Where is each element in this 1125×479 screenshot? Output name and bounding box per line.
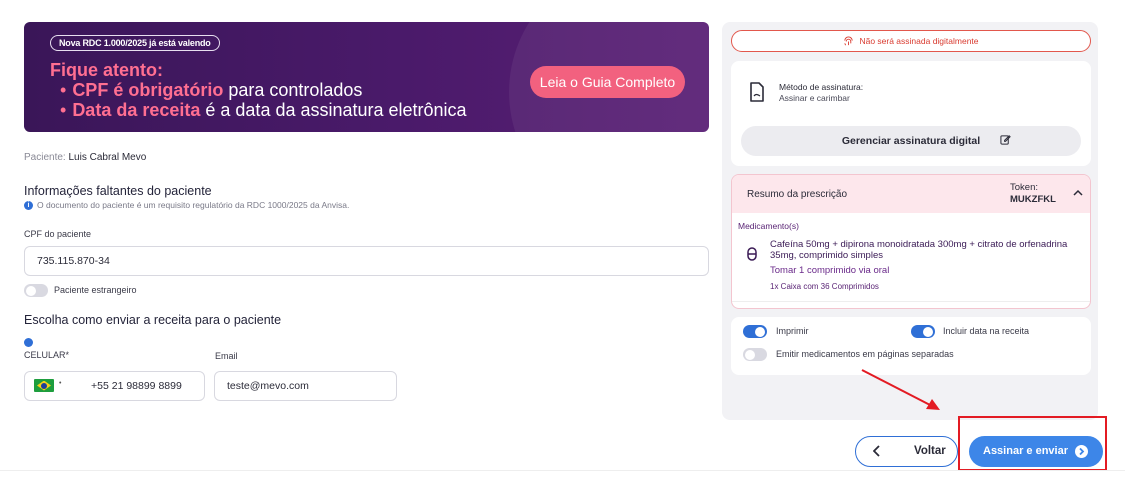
medication-dose: Tomar 1 comprimido via oral — [770, 265, 890, 276]
bullet-icon: • — [60, 80, 67, 100]
print-toggle[interactable] — [743, 325, 767, 338]
info-icon: i — [24, 200, 33, 210]
send-title: Escolha como enviar a receita para o pac… — [24, 313, 282, 327]
medication-name: Cafeína 50mg + dipirona monoidratada 300… — [770, 239, 1068, 261]
patient-name: Luis Cabral Mevo — [68, 152, 147, 163]
missing-info-note: i O documento do paciente é um requisito… — [24, 200, 349, 210]
cpf-input[interactable]: 735.115.870-34 — [24, 246, 709, 276]
foreign-patient-toggle[interactable] — [24, 284, 48, 297]
include-date-label: Incluir data na receita — [943, 326, 1030, 336]
email-label: Email — [215, 351, 238, 361]
medications-label: Medicamento(s) — [738, 221, 799, 231]
read-guide-button[interactable]: Leia o Guia Completo — [530, 66, 685, 98]
banner-line-date: • Data da receita é a data da assinatura … — [60, 100, 467, 120]
separate-pages-toggle[interactable] — [743, 348, 767, 361]
print-label: Imprimir — [776, 326, 809, 336]
signature-method-title: Método de assinatura: — [779, 82, 864, 92]
medication-quantity: 1x Caixa com 36 Comprimidos — [770, 282, 879, 291]
foreign-patient-label: Paciente estrangeiro — [54, 285, 137, 295]
patient-label: Paciente: — [24, 152, 66, 163]
cpf-label: CPF do paciente — [24, 229, 92, 239]
token-value: MUKZFKL — [1010, 194, 1056, 205]
bullet-icon: • — [60, 100, 67, 120]
separate-pages-label: Emitir medicamentos em páginas separadas — [776, 349, 954, 359]
patient-line: Paciente: Luis Cabral Mevo — [24, 152, 146, 163]
rdc-badge: Nova RDC 1.000/2025 já está valendo — [50, 35, 220, 51]
chevron-left-icon — [873, 445, 880, 457]
signature-method-value: Assinar e carimbar — [779, 93, 850, 103]
missing-info-title: Informações faltantes do paciente — [24, 184, 212, 198]
edit-icon — [1000, 135, 1011, 145]
prescription-summary-card: Resumo da prescrição Token: MUKZFKL Medi… — [731, 174, 1091, 309]
fingerprint-icon — [844, 35, 854, 45]
summary-title: Resumo da prescrição — [747, 189, 848, 200]
divider — [0, 470, 1125, 471]
token-label: Token: — [1010, 182, 1038, 193]
annotation-highlight-box — [958, 416, 1107, 471]
email-input[interactable]: teste@mevo.com — [214, 371, 397, 401]
not-signed-warning: Não será assinada digitalmente — [731, 30, 1091, 52]
brazil-flag-icon[interactable] — [34, 379, 54, 392]
rdc-banner: Nova RDC 1.000/2025 já está valendo Fiqu… — [24, 22, 709, 132]
document-icon — [750, 82, 764, 102]
include-date-toggle[interactable] — [911, 325, 935, 338]
chevron-up-icon[interactable] — [1073, 189, 1083, 197]
banner-title: Fique atento: — [50, 60, 163, 80]
divider — [732, 301, 1090, 302]
manage-signature-button[interactable]: Gerenciar assinatura digital — [741, 126, 1081, 156]
annotation-arrow — [861, 369, 940, 410]
pill-icon — [747, 247, 757, 261]
banner-line-cpf: • CPF é obrigatório para controlados — [60, 80, 363, 100]
country-dropdown-icon[interactable]: • — [59, 380, 61, 387]
phone-label: CELULAR* — [24, 350, 70, 360]
back-button[interactable]: Voltar — [855, 436, 958, 467]
